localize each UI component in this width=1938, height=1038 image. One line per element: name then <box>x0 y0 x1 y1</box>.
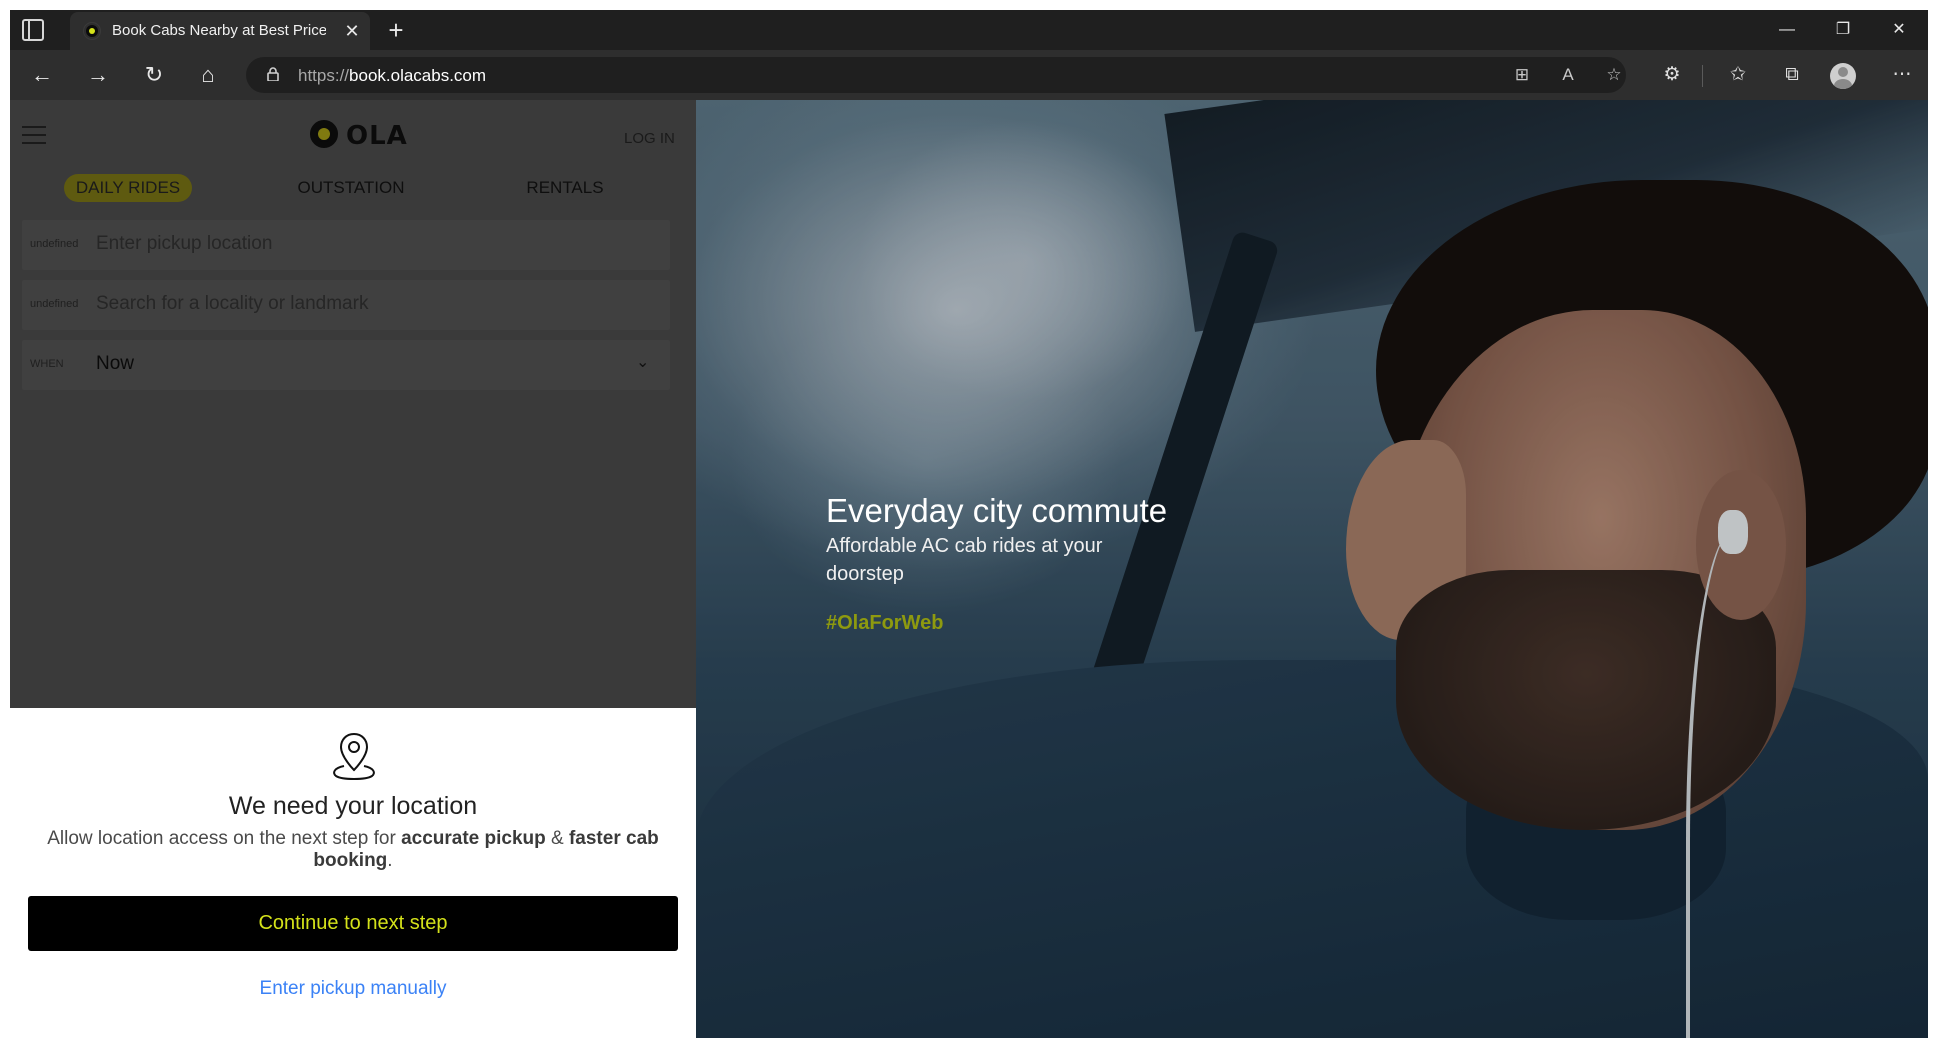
pickup-field[interactable]: undefined Enter pickup location <box>22 220 670 270</box>
when-select[interactable]: WHEN Now ⌄ <box>22 340 670 390</box>
tab-actions-icon[interactable] <box>22 19 44 41</box>
pickup-field-tag: undefined <box>30 238 79 250</box>
tab-outstation[interactable]: OUTSTATION <box>280 174 422 202</box>
toolbar-separator <box>1702 65 1703 87</box>
location-pin-icon <box>333 732 375 780</box>
tab-rentals[interactable]: RENTALS <box>510 174 620 202</box>
restore-icon[interactable]: ❐ <box>1828 18 1858 42</box>
address-bar[interactable]: https://book.olacabs.com ⊞ A ☆ <box>246 57 1626 93</box>
close-icon[interactable]: ✕ <box>342 21 362 41</box>
hero-banner: Everyday city commute Affordable AC cab … <box>696 100 1928 1038</box>
back-icon[interactable]: ← <box>28 61 56 89</box>
navigation-bar: ← → ↻ ⌂ https://book.olacabs.com ⊞ A ☆ ⚙… <box>10 50 1928 100</box>
forward-icon[interactable]: → <box>84 61 112 89</box>
new-tab-icon[interactable]: + <box>384 17 408 43</box>
menu-icon[interactable] <box>22 126 46 144</box>
booking-panel: OLA LOG IN DAILY RIDES OUTSTATION RENTAL… <box>10 100 696 1038</box>
hero-subtitle: Affordable AC cab rides at your doorstep <box>826 535 1103 585</box>
hero-hashtag: #OlaForWeb <box>826 612 944 634</box>
favorites-icon[interactable]: ✩ <box>1724 61 1752 89</box>
chevron-down-icon[interactable]: ⌄ <box>636 352 649 372</box>
tab-title: Book Cabs Nearby at Best Price | <box>112 22 326 39</box>
hero-title: Everyday city commute <box>826 492 1168 529</box>
drop-field-tag: undefined <box>30 298 79 310</box>
when-value: Now <box>96 353 135 374</box>
pickup-input[interactable]: Enter pickup location <box>96 233 272 255</box>
url-host: book.olacabs.com <box>349 66 487 85</box>
drop-input[interactable]: Search for a locality or landmark <box>96 293 368 315</box>
home-icon[interactable]: ⌂ <box>194 61 222 89</box>
read-aloud-icon[interactable]: A <box>1556 63 1580 87</box>
window-close-icon[interactable]: ✕ <box>1884 18 1914 42</box>
page-viewport: OLA LOG IN DAILY RIDES OUTSTATION RENTAL… <box>10 100 1928 1038</box>
ola-logo-mark <box>310 120 338 148</box>
location-permission-card: We need your location Allow location acc… <box>10 708 696 1038</box>
location-description: Allow location access on the next step f… <box>30 828 676 872</box>
drop-field[interactable]: undefined Search for a locality or landm… <box>22 280 670 330</box>
tab-strip: Book Cabs Nearby at Best Price | ✕ + — ❐… <box>10 10 1928 50</box>
extensions-icon[interactable]: ⚙ <box>1658 61 1686 89</box>
minimize-icon[interactable]: — <box>1772 18 1802 42</box>
location-desc-mid: & <box>545 828 569 849</box>
continue-button[interactable]: Continue to next step <box>28 896 678 951</box>
screen: Book Cabs Nearby at Best Price | ✕ + — ❐… <box>0 0 1938 1038</box>
profile-avatar[interactable] <box>1830 63 1856 89</box>
enter-pickup-manually-link[interactable]: Enter pickup manually <box>10 978 696 1000</box>
collections-icon[interactable]: ⧉ <box>1778 61 1806 89</box>
location-title: We need your location <box>228 792 478 820</box>
location-desc-suffix: . <box>387 850 393 871</box>
ola-logo-text: OLA <box>346 121 408 151</box>
app-available-icon[interactable]: ⊞ <box>1510 63 1534 87</box>
refresh-icon[interactable]: ↻ <box>140 61 168 89</box>
lock-icon[interactable] <box>266 67 280 81</box>
login-link[interactable]: LOG IN <box>624 130 675 147</box>
when-field-tag: WHEN <box>30 358 64 370</box>
ola-favicon-icon <box>84 23 100 39</box>
url-text[interactable]: https://book.olacabs.com <box>298 66 486 86</box>
url-protocol: https:// <box>298 66 350 85</box>
browser-tab[interactable]: Book Cabs Nearby at Best Price | ✕ <box>70 12 370 50</box>
location-desc-prefix: Allow location access on the next step f… <box>47 828 402 849</box>
location-desc-accurate-pickup: accurate pickup <box>401 828 546 849</box>
more-icon[interactable]: ⋯ <box>1888 61 1916 89</box>
browser-window: Book Cabs Nearby at Best Price | ✕ + — ❐… <box>10 10 1928 1038</box>
tab-daily-rides[interactable]: DAILY RIDES <box>64 174 192 202</box>
booking-panel-dimmed: OLA LOG IN DAILY RIDES OUTSTATION RENTAL… <box>10 100 696 708</box>
favorite-add-icon[interactable]: ☆ <box>1602 63 1626 87</box>
